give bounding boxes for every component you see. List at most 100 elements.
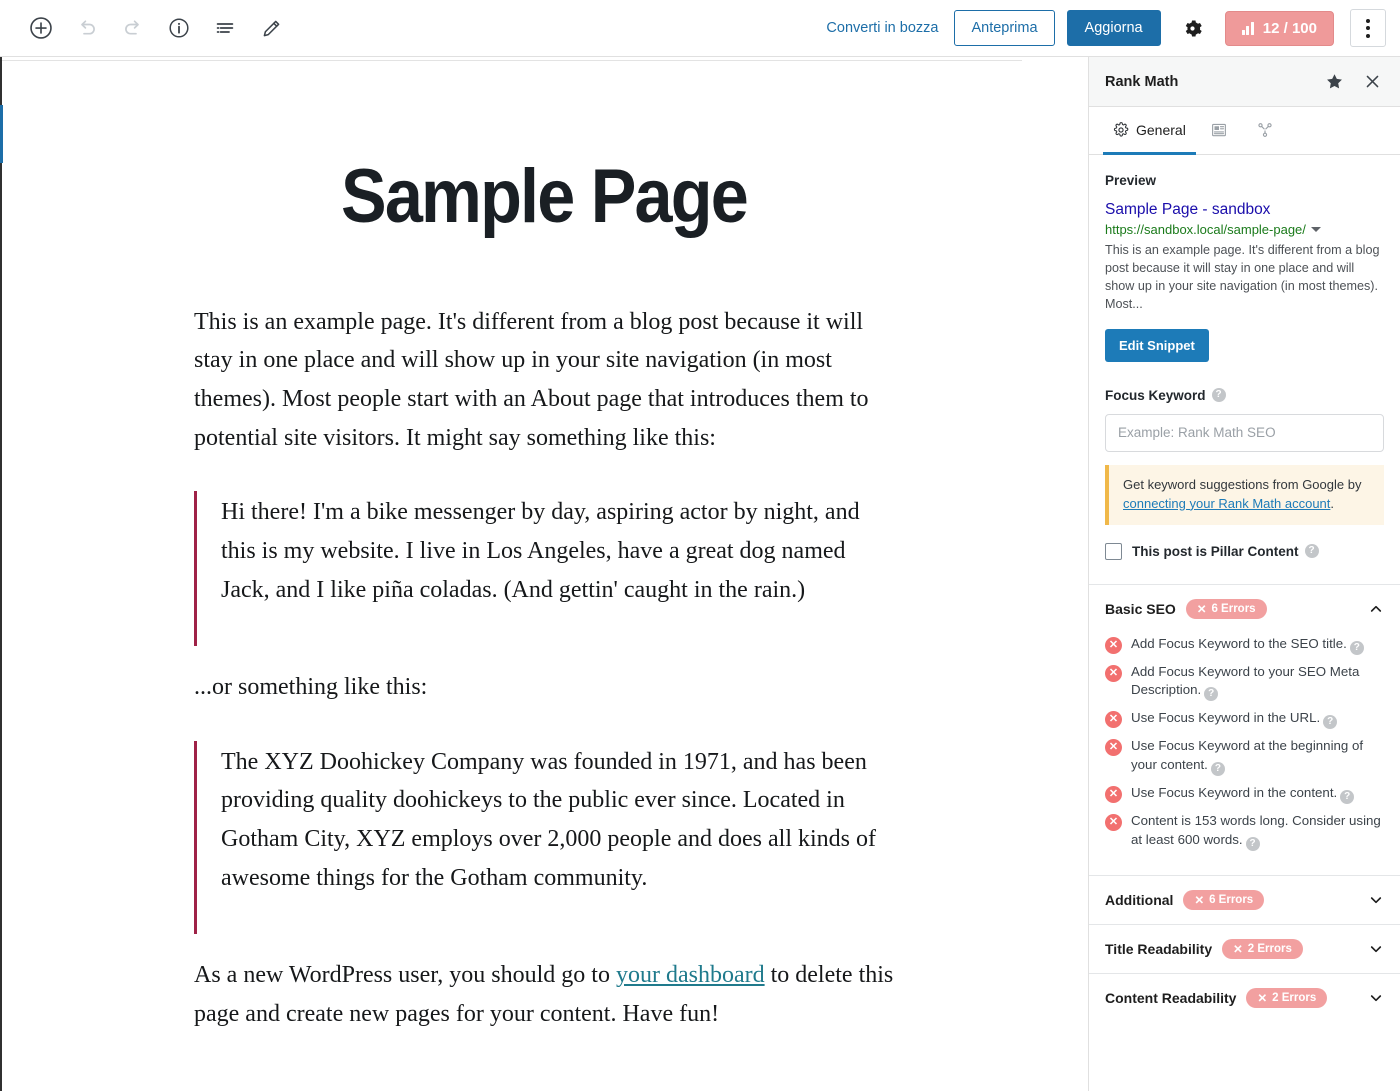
seo-check-item: ✕ Use Focus Keyword in the content.?: [1105, 784, 1384, 805]
accordion-basic-seo: Basic SEO ✕ 6 Errors ✕ Add Focus Keyword…: [1089, 583, 1400, 876]
page-title[interactable]: Sample Page: [229, 157, 859, 237]
status-badge: ✕ 6 Errors: [1185, 598, 1267, 619]
chevron-up-icon[interactable]: [1368, 601, 1384, 617]
seo-check-label: Add Focus Keyword to your SEO Meta Descr…: [1131, 663, 1360, 698]
seo-check-label: Use Focus Keyword in the URL.: [1131, 710, 1321, 726]
error-icon: ✕: [1105, 814, 1122, 832]
snippet-preview-section: Preview Sample Page - sandbox https://sa…: [1089, 155, 1400, 366]
close-icon[interactable]: [1358, 68, 1386, 96]
snippet-url-row: https://sandbox.local/sample-page/: [1105, 222, 1384, 237]
quote-text-1: Hi there! I'm a bike messenger by day, a…: [221, 499, 860, 604]
x-icon: ✕: [1233, 944, 1243, 957]
help-icon[interactable]: ?: [1349, 640, 1364, 655]
notice-text-before: Get keyword suggestions from Google by: [1123, 476, 1362, 492]
accordion-additional-header[interactable]: Additional ✕ 6 Errors: [1089, 876, 1400, 925]
help-icon[interactable]: ?: [1340, 790, 1355, 805]
keyword-suggestion-notice: Get keyword suggestions from Google by c…: [1105, 464, 1384, 525]
editor-body: Sample Page This is an example page. It'…: [0, 57, 1400, 1091]
toolbar-right-group: Converti in bozza Anteprima Aggiorna 12 …: [822, 9, 1386, 47]
seo-check-text: Use Focus Keyword in the content.?: [1131, 784, 1384, 805]
help-icon[interactable]: ?: [1211, 388, 1226, 403]
tab-social[interactable]: [1242, 107, 1288, 155]
help-icon[interactable]: ?: [1245, 837, 1260, 852]
paragraph-block-2[interactable]: ...or something like this:: [194, 668, 894, 707]
pillar-content-label: This post is Pillar Content: [1132, 543, 1299, 559]
tab-general[interactable]: General: [1103, 107, 1196, 155]
connect-rank-math-account-link[interactable]: connecting your Rank Math account: [1123, 496, 1330, 511]
preview-button[interactable]: Anteprima: [954, 10, 1055, 46]
seo-bars-icon: [1241, 21, 1254, 35]
update-button[interactable]: Aggiorna: [1066, 10, 1161, 46]
error-count: 6 Errors: [1211, 602, 1256, 615]
accordion-content-readability-header[interactable]: Content Readability ✕ 2 Errors: [1089, 974, 1400, 1023]
pillar-content-checkbox[interactable]: [1105, 542, 1122, 560]
paragraph-block-3[interactable]: As a new WordPress user, you should go t…: [194, 956, 894, 1033]
seo-score-badge[interactable]: 12 / 100: [1224, 10, 1334, 46]
kebab-dot: [1366, 26, 1370, 30]
error-icon: ✕: [1105, 711, 1122, 729]
editor-canvas[interactable]: Sample Page This is an example page. It'…: [0, 57, 1088, 1091]
help-icon[interactable]: ?: [1210, 762, 1225, 777]
selected-block-indicator: [0, 105, 3, 163]
chevron-down-icon[interactable]: [1368, 990, 1384, 1006]
accordion-basic-seo-header[interactable]: Basic SEO ✕ 6 Errors: [1089, 584, 1400, 633]
canvas-top-divider: [0, 60, 1022, 61]
quote-block-1[interactable]: Hi there! I'm a bike messenger by day, a…: [194, 491, 894, 646]
seo-check-label: Use Focus Keyword in the content.: [1131, 785, 1338, 801]
rank-math-panel-title: Rank Math: [1105, 73, 1179, 90]
accordion-title-readability-header[interactable]: Title Readability ✕ 2 Errors: [1089, 925, 1400, 974]
focus-keyword-section: Focus Keyword ? Get keyword suggestions …: [1089, 388, 1400, 584]
seo-check-item: ✕ Use Focus Keyword in the URL.?: [1105, 709, 1384, 730]
your-dashboard-link[interactable]: your dashboard: [616, 962, 765, 988]
rank-math-content: Preview Sample Page - sandbox https://sa…: [1089, 155, 1400, 1091]
snippet-url: https://sandbox.local/sample-page/: [1105, 222, 1306, 238]
add-block-icon[interactable]: [22, 9, 60, 47]
seo-check-item: ✕ Add Focus Keyword to your SEO Meta Des…: [1105, 663, 1384, 702]
chevron-down-icon[interactable]: [1368, 892, 1384, 908]
error-icon: ✕: [1105, 664, 1122, 682]
post-content: Sample Page This is an example page. It'…: [194, 61, 894, 1033]
quote-block-2[interactable]: The XYZ Doohickey Company was founded in…: [194, 740, 894, 935]
seo-check-text: Add Focus Keyword to the SEO title.?: [1131, 635, 1384, 655]
focus-keyword-label-row: Focus Keyword ?: [1105, 388, 1384, 403]
error-icon: ✕: [1105, 636, 1122, 654]
wordpress-block-editor: Converti in bozza Anteprima Aggiorna 12 …: [0, 0, 1400, 1091]
status-badge: ✕ 2 Errors: [1222, 939, 1303, 960]
seo-check-label: Use Focus Keyword at the beginning of yo…: [1131, 738, 1364, 773]
help-icon[interactable]: ?: [1204, 687, 1219, 702]
help-icon[interactable]: ?: [1304, 544, 1319, 559]
rank-math-sidebar: Rank Math General Preview Sample Page - …: [1088, 57, 1400, 1091]
help-icon[interactable]: ?: [1323, 715, 1338, 730]
paragraph-block-1[interactable]: This is an example page. It's different …: [194, 303, 894, 458]
info-icon[interactable]: [160, 9, 198, 47]
snippet-title[interactable]: Sample Page - sandbox: [1105, 200, 1384, 219]
focus-keyword-input[interactable]: [1105, 413, 1384, 452]
focus-keyword-label: Focus Keyword: [1105, 387, 1206, 403]
paragraph-3-text-before: As a new WordPress user, you should go t…: [194, 962, 616, 989]
seo-score-value: 12 / 100: [1262, 19, 1317, 37]
list-view-icon[interactable]: [206, 9, 244, 47]
accordion-title-readability: Title Readability ✕ 2 Errors: [1089, 924, 1400, 974]
toolbar-left-group: [22, 9, 290, 47]
switch-to-draft-button[interactable]: Converti in bozza: [822, 14, 942, 42]
pillar-content-row: This post is Pillar Content ?: [1105, 542, 1384, 560]
canvas-left-edge: [0, 57, 2, 1091]
accordion-basic-seo-title: Basic SEO: [1105, 600, 1176, 617]
status-badge: ✕ 2 Errors: [1246, 988, 1328, 1009]
seo-check-item: ✕ Add Focus Keyword to the SEO title.?: [1105, 635, 1384, 655]
pillar-content-label-wrap: This post is Pillar Content ?: [1132, 544, 1319, 559]
edit-pencil-icon[interactable]: [252, 9, 290, 47]
star-icon[interactable]: [1320, 68, 1348, 96]
redo-icon[interactable]: [114, 9, 152, 47]
chevron-down-icon[interactable]: [1310, 227, 1321, 233]
undo-icon[interactable]: [68, 9, 106, 47]
tab-schema[interactable]: [1196, 107, 1242, 155]
kebab-menu-icon[interactable]: [1350, 9, 1386, 47]
social-share-icon: [1256, 121, 1274, 139]
edit-snippet-button[interactable]: Edit Snippet: [1105, 328, 1209, 362]
chevron-down-icon[interactable]: [1368, 941, 1384, 957]
x-icon: ✕: [1194, 895, 1205, 908]
gear-icon[interactable]: [1175, 10, 1211, 46]
accordion-additional: Additional ✕ 6 Errors: [1089, 875, 1400, 925]
x-icon: ✕: [1196, 603, 1207, 616]
